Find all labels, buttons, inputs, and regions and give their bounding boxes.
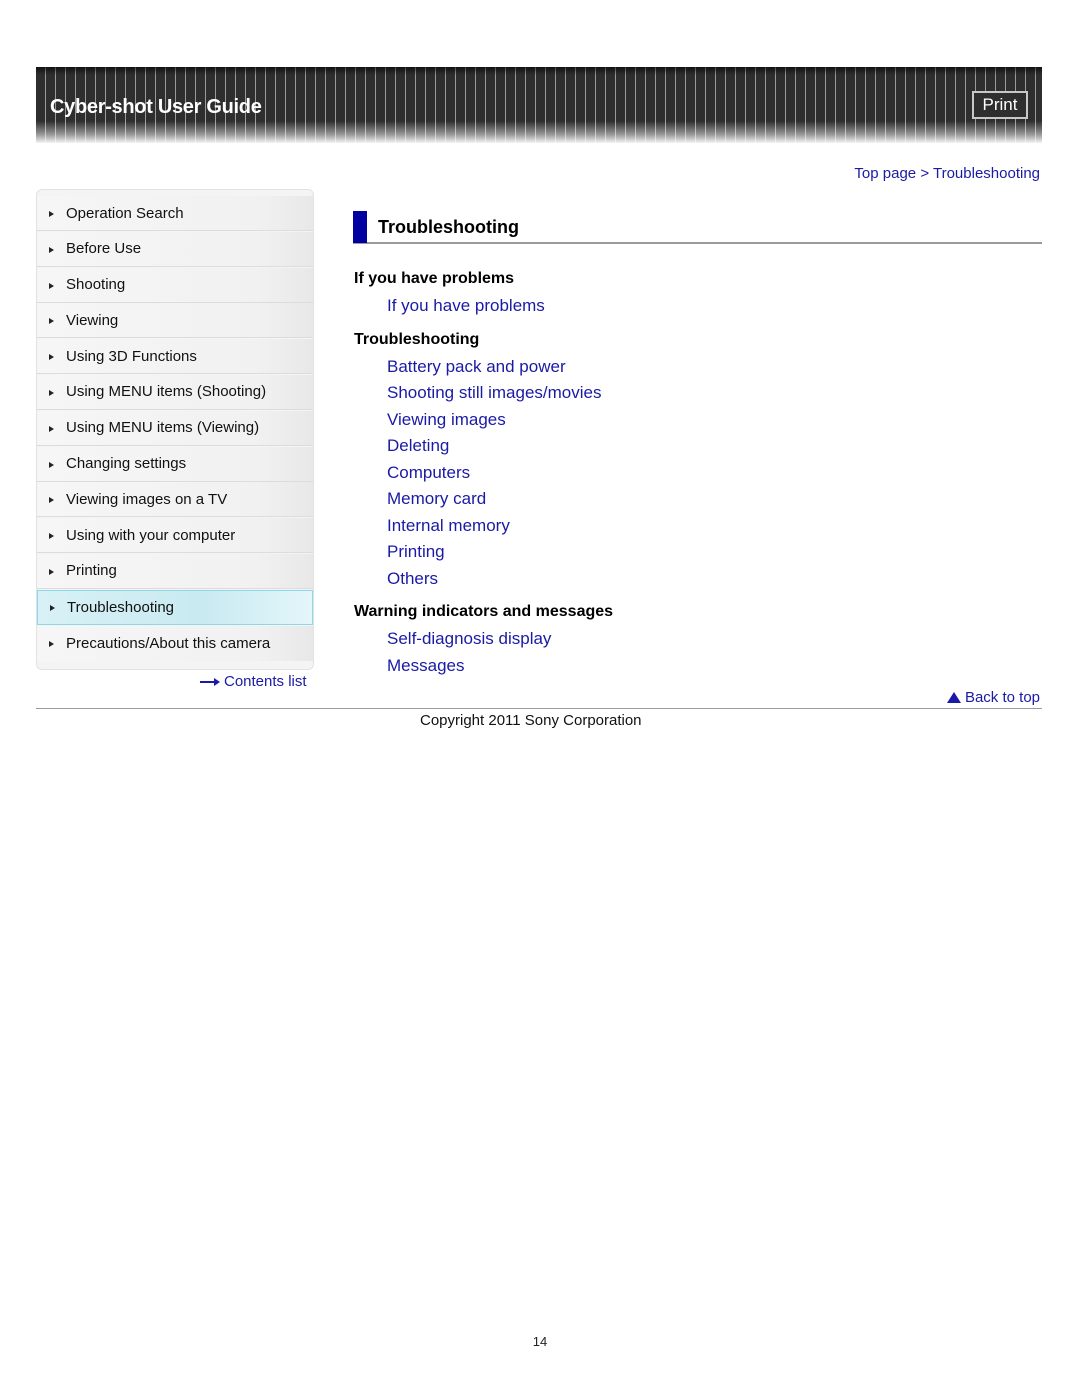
- page-title-block: Troubleshooting: [353, 211, 1042, 244]
- sidebar-item-label: Shooting: [66, 276, 126, 294]
- sidebar-item-precautions[interactable]: Precautions/About this camera: [37, 625, 313, 661]
- title-accent-bar: [353, 211, 367, 243]
- triangle-right-icon: [49, 425, 54, 432]
- sidebar-item-label: Printing: [66, 562, 117, 580]
- app-title: Cyber-shot User Guide: [50, 96, 262, 118]
- footer-divider: [36, 708, 1042, 709]
- sidebar-item-3d-functions[interactable]: Using 3D Functions: [37, 339, 313, 375]
- contents-list-link[interactable]: Contents list: [200, 673, 307, 690]
- sidebar-item-menu-viewing[interactable]: Using MENU items (Viewing): [37, 410, 313, 446]
- section-heading: Troubleshooting: [354, 330, 480, 348]
- link-if-you-have-problems[interactable]: If you have problems: [387, 295, 613, 322]
- breadcrumb-separator: >: [920, 165, 933, 182]
- sidebar-nav: Operation Search Before Use Shooting Vie…: [36, 189, 314, 671]
- breadcrumb-troubleshooting[interactable]: Troubleshooting: [933, 165, 1040, 182]
- sidebar-item-operation-search[interactable]: Operation Search: [37, 196, 313, 231]
- triangle-up-icon: [946, 692, 961, 703]
- link-shooting-still-images-movies[interactable]: Shooting still images/movies: [387, 382, 613, 409]
- print-button[interactable]: Print: [972, 91, 1028, 119]
- sidebar-item-shooting[interactable]: Shooting: [37, 267, 313, 303]
- sidebar-item-label: Troubleshooting: [67, 598, 175, 616]
- main-content: If you have problems If you have problem…: [354, 268, 613, 688]
- sidebar-item-label: Changing settings: [66, 455, 187, 473]
- link-battery-pack-and-power[interactable]: Battery pack and power: [387, 356, 613, 383]
- back-to-top-link[interactable]: Back to top: [946, 689, 1040, 706]
- breadcrumb-top-page[interactable]: Top page: [854, 165, 916, 182]
- sidebar-item-troubleshooting[interactable]: Troubleshooting: [37, 589, 313, 625]
- sidebar-item-computer[interactable]: Using with your computer: [37, 518, 313, 554]
- section-if-you-have-problems: If you have problems If you have problem…: [354, 268, 613, 322]
- arrow-right-icon: [200, 677, 220, 686]
- sidebar-item-viewing-tv[interactable]: Viewing images on a TV: [37, 482, 313, 518]
- triangle-right-icon: [49, 641, 54, 648]
- back-to-top-label: Back to top: [964, 689, 1040, 706]
- sidebar-item-label: Using 3D Functions: [66, 347, 197, 365]
- link-deleting[interactable]: Deleting: [387, 435, 613, 462]
- section-heading: Warning indicators and messages: [354, 603, 614, 620]
- sidebar-item-viewing[interactable]: Viewing: [37, 303, 313, 339]
- link-messages[interactable]: Messages: [387, 655, 613, 682]
- link-printing[interactable]: Printing: [387, 541, 613, 568]
- triangle-right-icon: [49, 318, 54, 325]
- triangle-right-icon: [49, 389, 54, 396]
- triangle-right-icon: [49, 211, 54, 217]
- contents-list-label: Contents list: [224, 673, 307, 690]
- sidebar-item-label: Viewing images on a TV: [66, 490, 228, 508]
- sidebar-item-before-use[interactable]: Before Use: [37, 231, 313, 267]
- sidebar-item-label: Using MENU items (Viewing): [66, 419, 260, 437]
- breadcrumb: Top page > Troubleshooting: [854, 165, 1040, 182]
- link-internal-memory[interactable]: Internal memory: [387, 515, 613, 542]
- sidebar-item-label: Operation Search: [66, 204, 184, 222]
- copyright-text: Copyright 2011 Sony Corporation: [420, 712, 642, 729]
- link-memory-card[interactable]: Memory card: [387, 488, 613, 515]
- link-viewing-images[interactable]: Viewing images: [387, 409, 613, 436]
- sidebar-item-label: Precautions/About this camera: [66, 634, 271, 652]
- sidebar-item-changing-settings[interactable]: Changing settings: [37, 446, 313, 482]
- sidebar-item-printing[interactable]: Printing: [37, 553, 313, 589]
- section-warning-indicators: Warning indicators and messages Self-dia…: [354, 601, 613, 681]
- triangle-right-icon: [49, 461, 54, 468]
- sidebar-item-label: Using with your computer: [66, 526, 236, 544]
- triangle-right-icon: [49, 246, 54, 253]
- triangle-right-icon: [49, 282, 54, 289]
- triangle-right-icon: [50, 605, 55, 612]
- header-banner: Cyber-shot User Guide Print: [36, 67, 1042, 143]
- sidebar-item-label: Before Use: [66, 240, 142, 258]
- sidebar-item-label: Using MENU items (Shooting): [66, 383, 267, 401]
- link-computers[interactable]: Computers: [387, 462, 613, 489]
- link-self-diagnosis-display[interactable]: Self-diagnosis display: [387, 628, 613, 655]
- page-title: Troubleshooting: [378, 217, 519, 237]
- triangle-right-icon: [49, 533, 54, 540]
- section-troubleshooting: Troubleshooting Battery pack and power S…: [354, 329, 613, 595]
- triangle-right-icon: [49, 568, 54, 575]
- section-heading: If you have problems: [354, 270, 515, 287]
- sidebar-item-label: Viewing: [66, 311, 119, 329]
- triangle-right-icon: [49, 497, 54, 504]
- link-others[interactable]: Others: [387, 568, 613, 595]
- triangle-right-icon: [49, 354, 54, 361]
- page-number: 14: [532, 1334, 548, 1349]
- sidebar-item-menu-shooting[interactable]: Using MENU items (Shooting): [37, 374, 313, 410]
